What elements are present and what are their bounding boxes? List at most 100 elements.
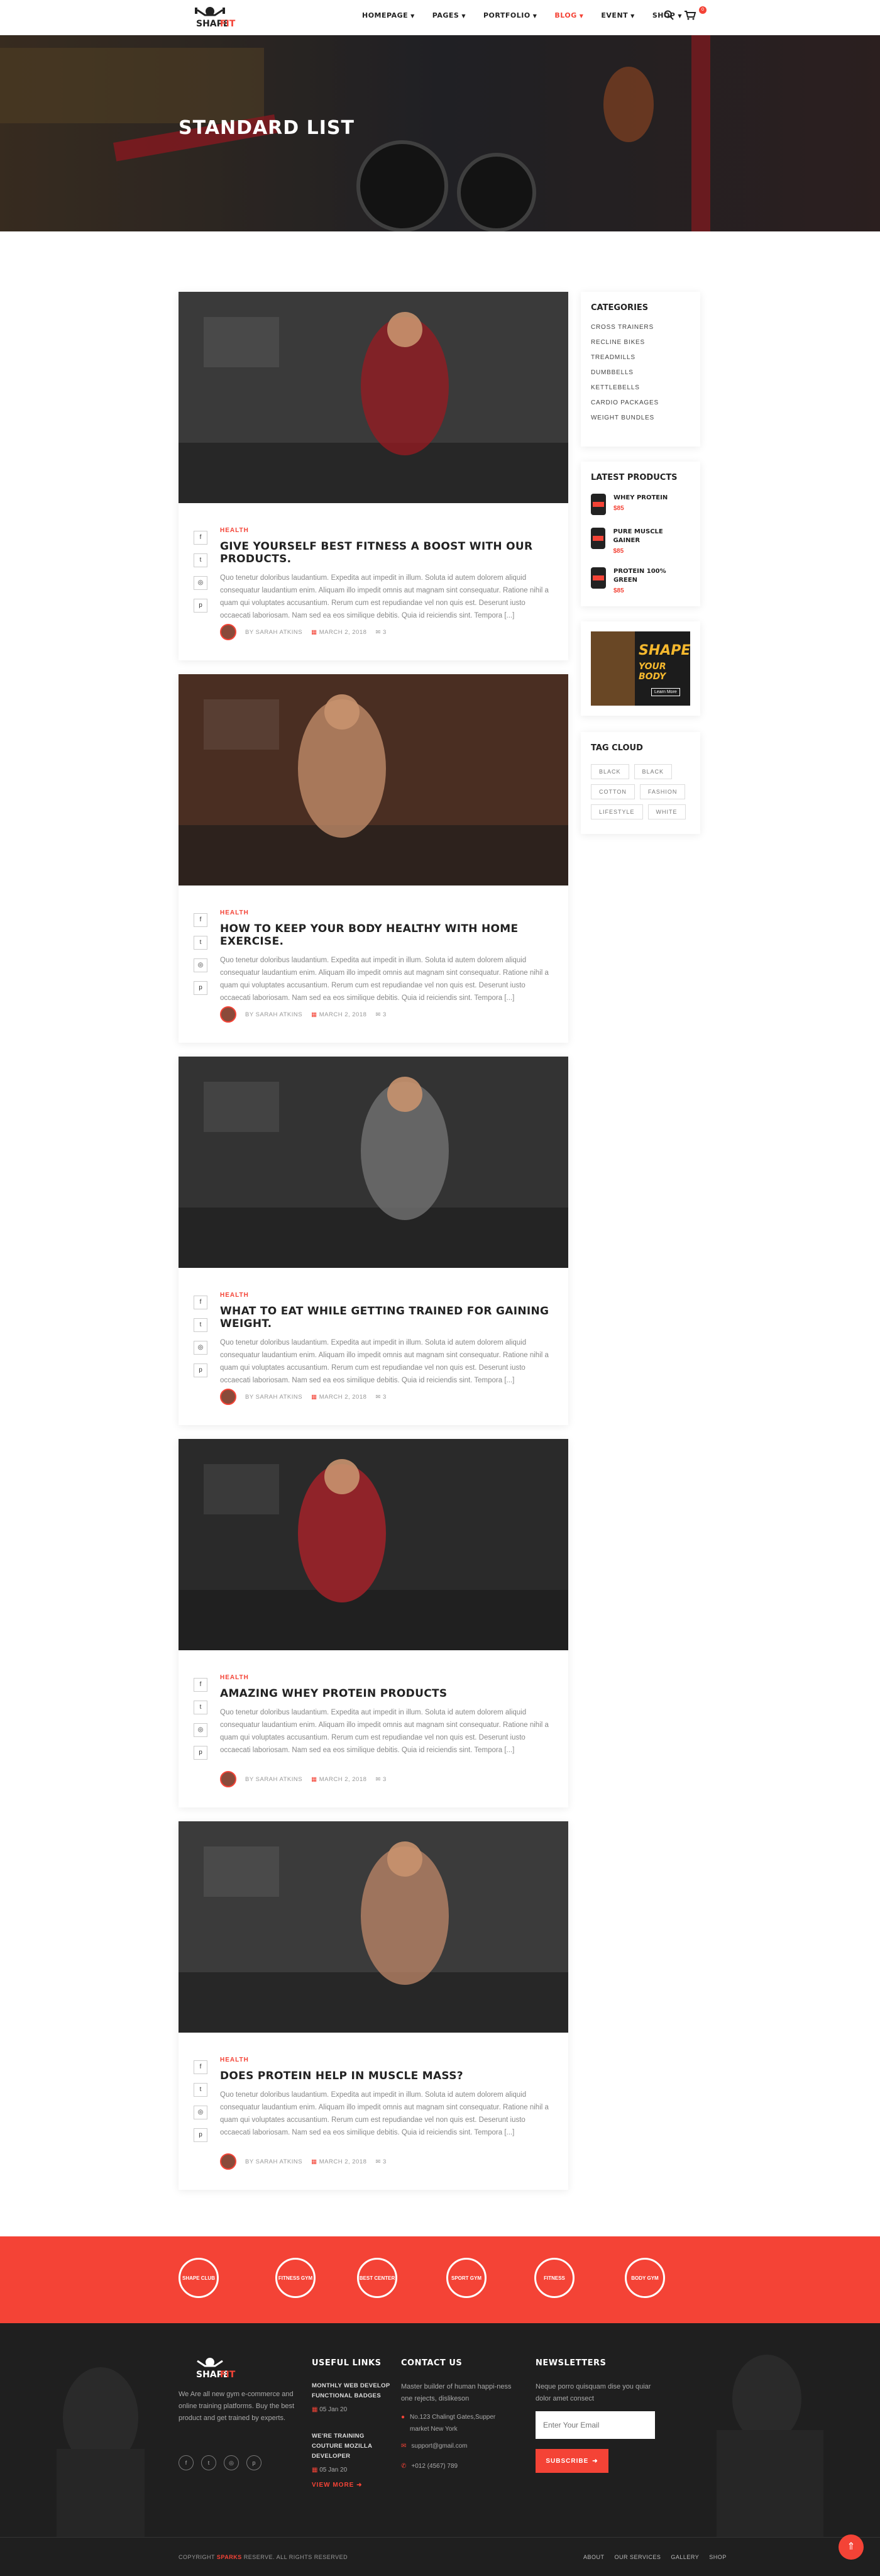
avatar[interactable] [220,624,236,640]
tag-link[interactable]: BLACK [591,764,629,779]
post-category[interactable]: HEALTH [220,909,553,916]
twitter-icon[interactable]: t [194,1318,207,1332]
subscribe-button[interactable]: SUBSCRIBE ➜ [536,2449,608,2473]
post-comment-count[interactable]: 3 [383,629,387,636]
post-image[interactable] [179,292,568,503]
copyright: COPYRIGHT SPARKS RESERVE. ALL RIGHTS RES… [179,2554,348,2560]
post-author[interactable]: BY SARAH ATKINS [245,629,302,636]
pinterest-icon[interactable]: p [246,2455,261,2470]
avatar[interactable] [220,2153,236,2170]
avatar[interactable] [220,1389,236,1405]
post-comment-count[interactable]: 3 [383,1776,387,1783]
instagram-icon[interactable]: ◎ [224,2455,239,2470]
view-more-link[interactable]: VIEW MORE ➜ [312,2482,363,2489]
category-link[interactable]: CROSS TRAINERS [591,324,690,331]
tag-link[interactable]: WHITE [647,804,686,819]
instagram-icon[interactable]: ◎ [194,1341,207,1355]
pinterest-icon[interactable]: p [194,2128,207,2142]
footer-post[interactable]: MONTHLY WEB DEVELOP FUNCTIONAL BADGES ▦ … [312,2381,393,2416]
facebook-icon[interactable]: f [194,531,207,545]
facebook-icon[interactable]: f [194,2060,207,2074]
post-title[interactable]: GIVE YOURSELF BEST FITNESS A BOOST WITH … [220,540,553,565]
pinterest-icon[interactable]: p [194,599,207,613]
product-item[interactable]: WHEY PROTEIN $85 [591,494,690,515]
post-comment-count[interactable]: 3 [383,1394,387,1401]
category-link[interactable]: KETTLEBELLS [591,384,690,391]
facebook-icon[interactable]: f [194,1296,207,1309]
product-item[interactable]: PROTEIN 100% GREEN $85 [591,567,690,594]
tag-link[interactable]: BLACK [634,764,673,779]
twitter-icon[interactable]: t [194,553,207,567]
facebook-icon[interactable]: f [194,913,207,927]
comment-icon: ✉ [375,628,381,636]
instagram-icon[interactable]: ◎ [194,958,207,972]
product-item[interactable]: PURE MUSCLE GAINER $85 [591,528,690,555]
instagram-icon[interactable]: ◎ [194,576,207,590]
contact-email[interactable]: support@gmail.com [411,2440,467,2452]
nav-blog[interactable]: BLOG ▼ [554,11,583,19]
twitter-icon[interactable]: t [194,936,207,950]
instagram-icon[interactable]: ◎ [194,1723,207,1737]
pinterest-icon[interactable]: p [194,1363,207,1377]
facebook-icon[interactable]: f [194,1678,207,1692]
category-link[interactable]: RECLINE BIKES [591,339,690,346]
nav-homepage[interactable]: HOMEPAGE ▼ [362,11,415,19]
avatar[interactable] [220,1771,236,1787]
post-category[interactable]: HEALTH [220,2057,553,2063]
pinterest-icon[interactable]: p [194,1746,207,1760]
newsletter-email-input[interactable] [536,2411,655,2439]
post-author[interactable]: BY SARAH ATKINS [245,1394,302,1401]
nav-pages[interactable]: PAGES ▼ [432,11,466,19]
avatar[interactable] [220,1006,236,1023]
blog-post-card: f t ◎ p HEALTH GIVE YOURSELF BEST FITNES… [179,292,568,660]
tag-link[interactable]: FASHION [639,784,686,799]
post-category[interactable]: HEALTH [220,1674,553,1681]
footer-link-gallery[interactable]: GALLERY [671,2554,699,2560]
scroll-top-button[interactable]: ⇑ [839,2534,864,2560]
category-link[interactable]: TREADMILLS [591,354,690,361]
post-comment-count[interactable]: 3 [383,2158,387,2165]
post-category[interactable]: HEALTH [220,1292,553,1299]
twitter-icon[interactable]: t [194,1701,207,1714]
cart-button[interactable]: 0 [684,6,707,23]
tag-link[interactable]: COTTON [591,784,635,799]
footer-link-about[interactable]: ABOUT [583,2554,605,2560]
contact-phone[interactable]: +012 (4567) 789 [411,2460,458,2472]
post-image[interactable] [179,1439,568,1650]
category-link[interactable]: CARDIO PACKAGES [591,399,690,406]
post-author[interactable]: BY SARAH ATKINS [245,1776,302,1783]
tag-link[interactable]: LIFESTYLE [591,804,643,819]
newsletter-text: Neque porro quisquam dise you quiar dolo… [536,2383,651,2402]
post-image[interactable] [179,674,568,886]
post-author[interactable]: BY SARAH ATKINS [245,2158,302,2165]
footer-post[interactable]: WE'RE TRAINING COUTURE MOZILLA DEVELOPER… [312,2431,393,2476]
facebook-icon[interactable]: f [179,2455,194,2470]
post-image[interactable] [179,1057,568,1268]
post-comment-count[interactable]: 3 [383,1011,387,1018]
footer-logo[interactable]: SHAPE FIT [179,2355,241,2382]
footer-link-services[interactable]: OUR SERVICES [615,2554,661,2560]
promo-banner[interactable]: SHAPE YOUR BODY Learn More [591,631,690,706]
instagram-icon[interactable]: ◎ [194,2106,207,2119]
footer-link-shop[interactable]: SHOP [709,2554,727,2560]
category-link[interactable]: WEIGHT BUNDLES [591,414,690,421]
footer-post-date: 05 Jan 20 [319,2406,348,2413]
nav-event[interactable]: EVENT ▼ [601,11,634,19]
post-title[interactable]: AMAZING WHEY PROTEIN PRODUCTS [220,1687,553,1700]
nav-portfolio[interactable]: PORTFOLIO ▼ [483,11,537,19]
twitter-icon[interactable]: t [201,2455,216,2470]
twitter-icon[interactable]: t [194,2083,207,2097]
site-logo[interactable]: SHAPE FIT [179,4,241,31]
pinterest-icon[interactable]: p [194,981,207,995]
banner-button[interactable]: Learn More [651,688,680,696]
post-image[interactable] [179,1821,568,2033]
contact-text: Master builder of human happi-ness one r… [401,2383,512,2402]
search-icon[interactable] [664,10,674,20]
post-author[interactable]: BY SARAH ATKINS [245,1011,302,1018]
post-title[interactable]: DOES PROTEIN HELP IN MUSCLE MASS? [220,2070,553,2082]
post-category[interactable]: HEALTH [220,527,553,534]
post-title[interactable]: WHAT TO EAT WHILE GETTING TRAINED FOR GA… [220,1305,553,1330]
post-date: MARCH 2, 2018 [319,628,367,636]
post-title[interactable]: HOW TO KEEP YOUR BODY HEALTHY WITH HOME … [220,923,553,948]
category-link[interactable]: DUMBBELLS [591,369,690,376]
